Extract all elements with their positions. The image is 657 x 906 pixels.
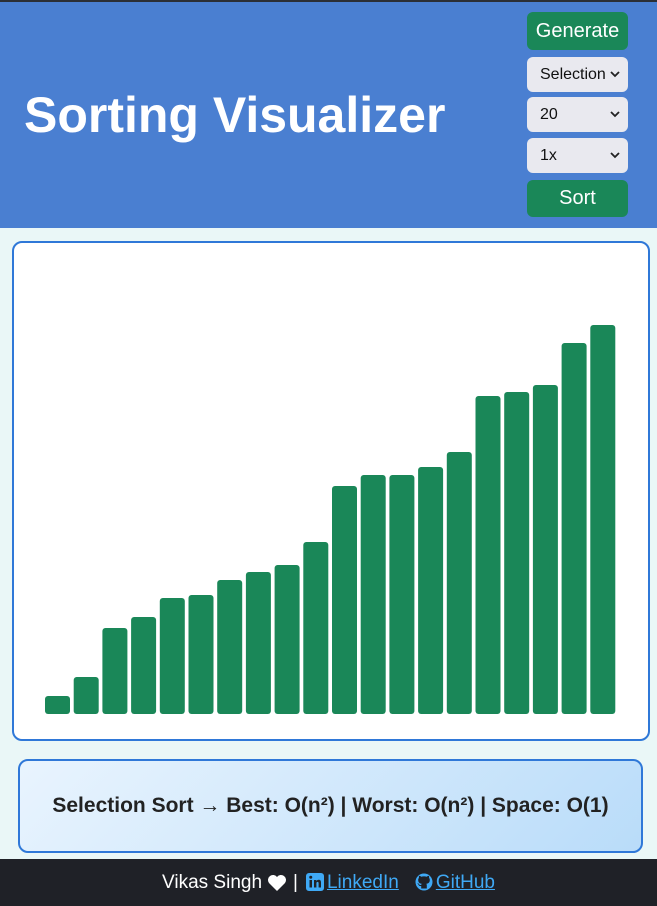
complexity-panel: Selection Sort → Best: O(n²) | Worst: O(… — [18, 759, 643, 853]
bar — [45, 696, 70, 714]
bar — [446, 452, 472, 714]
complexity-text: Selection Sort → Best: O(n²) | Worst: O(… — [52, 794, 609, 817]
github-label: GitHub — [435, 871, 495, 893]
bar — [188, 595, 214, 714]
algorithm-select-value: Selection — [540, 66, 606, 83]
footer: Vikas Singh | LinkedIn GitHub — [0, 859, 657, 906]
bar — [360, 475, 386, 714]
bar — [561, 343, 587, 714]
github-icon — [415, 873, 433, 891]
speed-select-value: 1x — [540, 147, 557, 164]
bar — [590, 325, 616, 714]
linkedin-icon — [305, 873, 324, 892]
bar — [418, 467, 444, 714]
bar-chart — [45, 325, 616, 714]
bar — [532, 385, 558, 714]
chevron-down-icon — [610, 152, 620, 159]
linkedin-link[interactable]: LinkedIn — [305, 871, 399, 894]
bar — [389, 475, 415, 714]
bar — [332, 486, 357, 714]
sort-button[interactable]: Sort — [527, 180, 628, 217]
bar — [274, 565, 300, 714]
github-link[interactable]: GitHub — [415, 872, 495, 894]
bar — [131, 617, 157, 714]
page-title: Sorting Visualizer — [24, 87, 446, 143]
header: Sorting Visualizer Generate Selection 20… — [0, 2, 657, 228]
array-size-select-value: 20 — [540, 106, 558, 123]
heart-icon — [268, 874, 287, 891]
bar — [73, 677, 99, 714]
speed-select[interactable]: 1x — [527, 138, 628, 173]
bar — [303, 542, 329, 714]
bar — [159, 598, 185, 714]
author-name: Vikas Singh — [162, 871, 263, 893]
chevron-down-icon — [610, 71, 620, 78]
bar — [102, 628, 128, 714]
bar — [475, 396, 501, 714]
linkedin-label: LinkedIn — [326, 871, 399, 893]
bar — [245, 572, 271, 714]
bars-container — [12, 241, 650, 741]
footer-separator: | — [293, 871, 298, 893]
chevron-down-icon — [610, 111, 620, 118]
algorithm-select[interactable]: Selection — [527, 57, 628, 92]
array-size-select[interactable]: 20 — [527, 97, 628, 132]
generate-button[interactable]: Generate — [527, 12, 628, 50]
bar — [504, 392, 530, 714]
bar — [217, 580, 243, 714]
